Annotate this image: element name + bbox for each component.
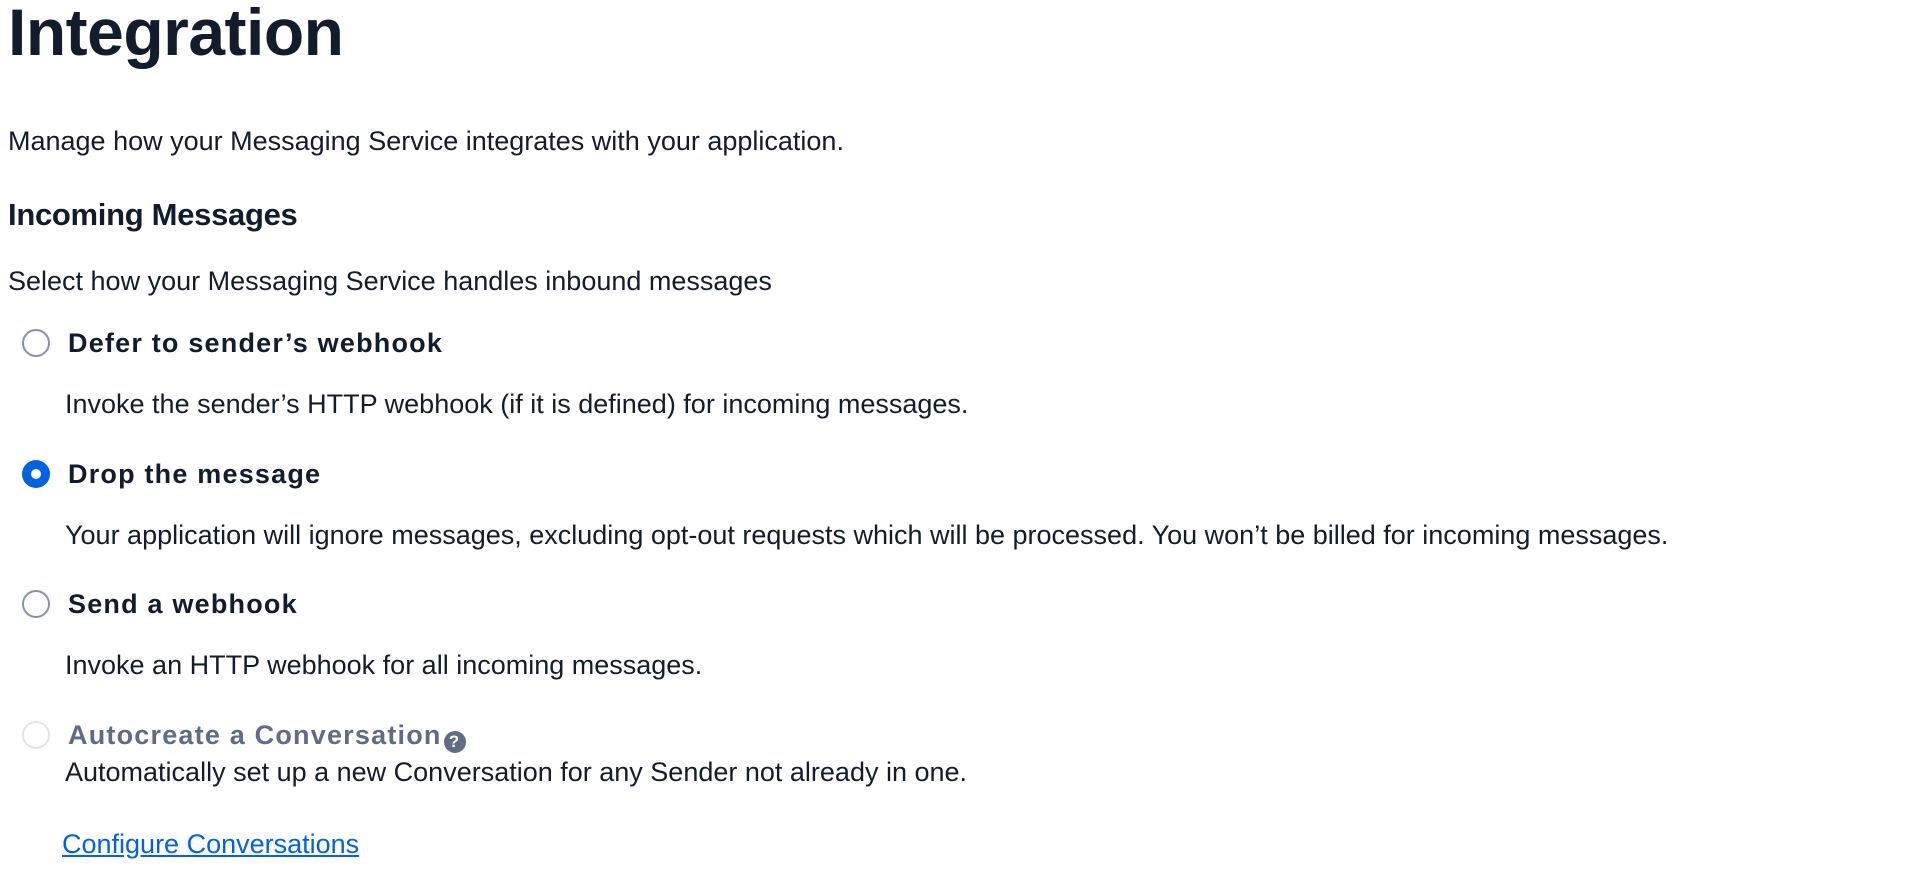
radio-label-drop[interactable]: Drop the message: [68, 457, 321, 491]
option-description-defer: Invoke the sender’s HTTP webhook (if it …: [65, 389, 969, 419]
radio-option-drop-the-message[interactable]: Drop the message: [22, 457, 321, 491]
radio-button-defer[interactable]: [22, 329, 50, 357]
configure-conversations-link[interactable]: Configure Conversations: [62, 827, 359, 861]
radio-option-autocreate-conversation: Autocreate a Conversation?: [22, 718, 466, 753]
radio-button-send-webhook[interactable]: [22, 590, 50, 618]
radio-button-autocreate: [22, 721, 50, 749]
question-circle-icon[interactable]: ?: [443, 731, 466, 753]
radio-label-autocreate: Autocreate a Conversation?: [68, 718, 466, 753]
radio-label-defer[interactable]: Defer to sender’s webhook: [68, 326, 443, 360]
radio-button-drop[interactable]: [22, 460, 50, 488]
incoming-messages-heading: Incoming Messages: [8, 197, 298, 232]
radio-option-send-a-webhook[interactable]: Send a webhook: [22, 587, 298, 621]
radio-option-defer-to-sender-webhook[interactable]: Defer to sender’s webhook: [22, 326, 443, 360]
radio-label-send-webhook[interactable]: Send a webhook: [68, 587, 298, 621]
radio-label-autocreate-text: Autocreate a Conversation: [68, 720, 442, 750]
page-title: Integration: [8, 0, 344, 69]
option-description-send-webhook: Invoke an HTTP webhook for all incoming …: [65, 650, 703, 680]
incoming-messages-description: Select how your Messaging Service handle…: [8, 266, 772, 296]
option-description-drop: Your application will ignore messages, e…: [65, 520, 1669, 550]
page-description: Manage how your Messaging Service integr…: [8, 126, 844, 156]
option-description-autocreate: Automatically set up a new Conversation …: [65, 757, 968, 787]
integration-page: Integration Manage how your Messaging Se…: [0, 0, 1920, 888]
